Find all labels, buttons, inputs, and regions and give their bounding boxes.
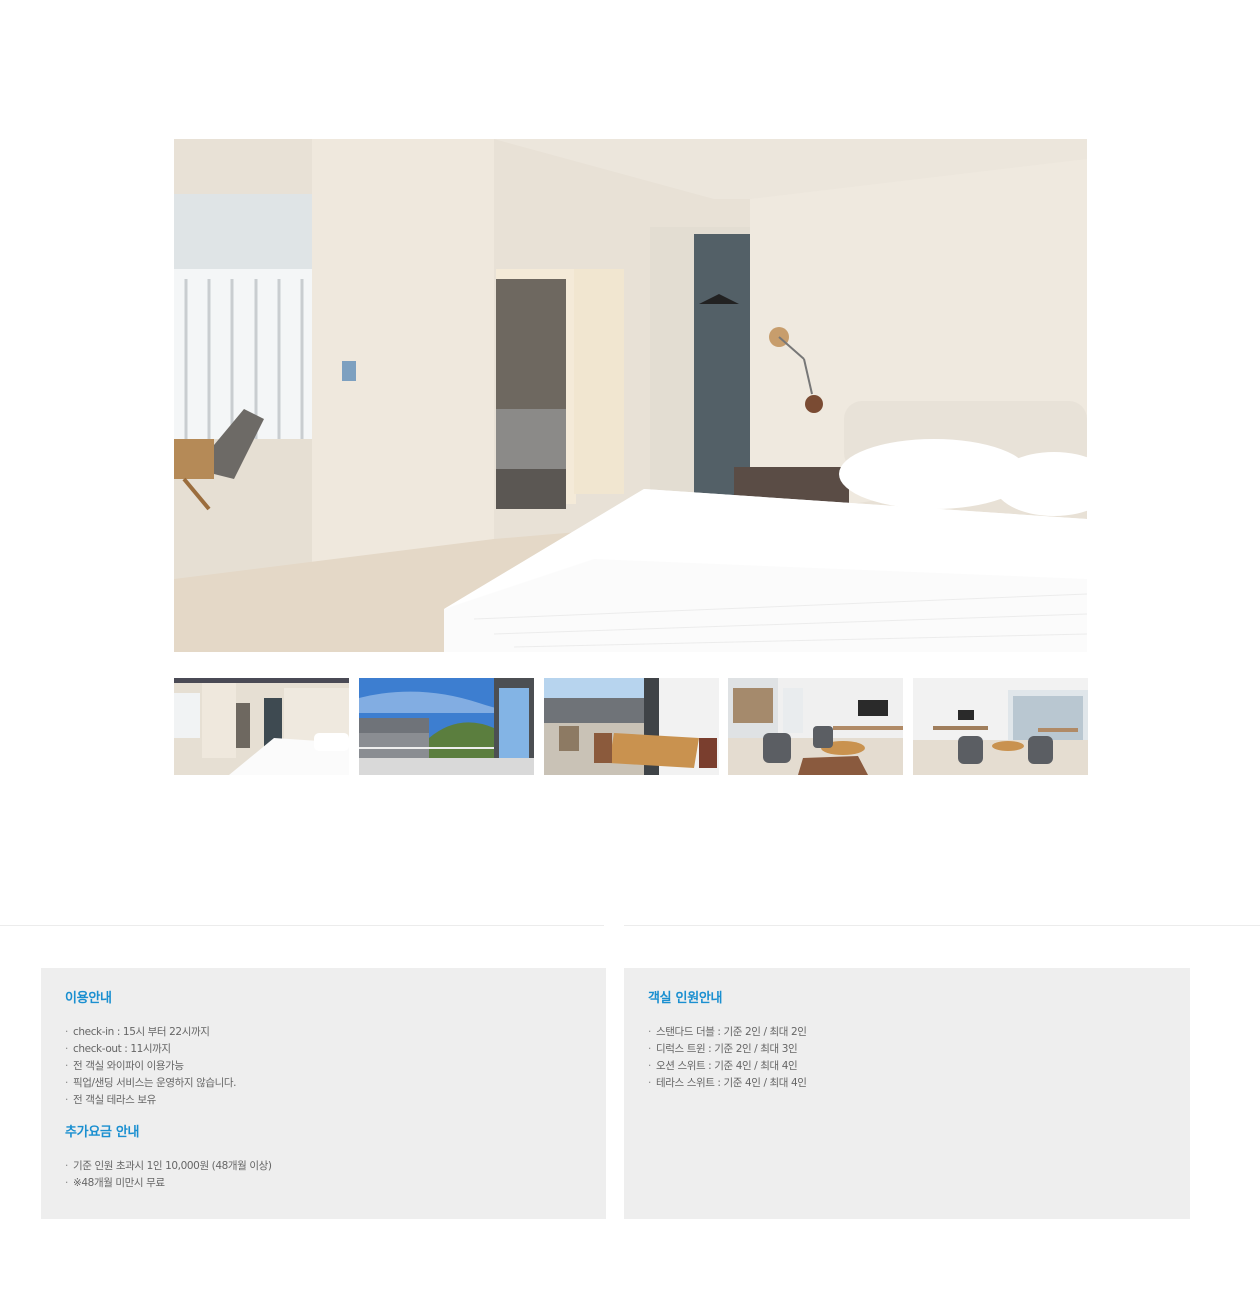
usage-info-title: 이용안내 — [65, 991, 112, 1006]
thumbnail-living-room[interactable] — [728, 678, 903, 775]
thumbnail-living-dining-room[interactable] — [913, 678, 1088, 775]
usage-info-item: 전 객실 와이파이 이용가능 — [65, 1058, 582, 1075]
room-capacity-item: 스탠다드 더블 : 기준 2인 / 최대 2인 — [648, 1024, 1166, 1041]
thumbnail-strip — [174, 678, 1088, 775]
room-capacity-list: 스탠다드 더블 : 기준 2인 / 최대 2인 디럭스 트윈 : 기준 2인 /… — [648, 1024, 1166, 1092]
room-capacity-title: 객실 인원안내 — [648, 991, 723, 1006]
room-capacity-item: 테라스 스위트 : 기준 4인 / 최대 4인 — [648, 1075, 1166, 1092]
thumbnail-terrace-view[interactable] — [359, 678, 534, 775]
usage-info-item: 전 객실 테라스 보유 — [65, 1092, 582, 1109]
thumbnail-terrace-dining[interactable] — [544, 678, 719, 775]
thumbnail-bedroom[interactable] — [174, 678, 349, 775]
extra-fee-title: 추가요금 안내 — [65, 1125, 140, 1140]
divider-right — [624, 925, 1260, 926]
room-capacity-item: 디럭스 트윈 : 기준 2인 / 최대 3인 — [648, 1041, 1166, 1058]
divider-left — [0, 925, 604, 926]
usage-info-list: check-in : 15시 부터 22시까지 check-out : 11시까… — [65, 1024, 582, 1109]
usage-info-item: check-out : 11시까지 — [65, 1041, 582, 1058]
usage-info-item: check-in : 15시 부터 22시까지 — [65, 1024, 582, 1041]
extra-fee-item: ※48개월 미만시 무료 — [65, 1175, 582, 1192]
room-capacity-item: 오션 스위트 : 기준 4인 / 최대 4인 — [648, 1058, 1166, 1075]
extra-fee-list: 기준 인원 초과시 1인 10,000원 (48개월 이상) ※48개월 미만시… — [65, 1158, 582, 1192]
usage-info-box: 이용안내 check-in : 15시 부터 22시까지 check-out :… — [41, 968, 606, 1219]
main-room-photo — [174, 139, 1087, 652]
usage-info-item: 픽업/샌딩 서비스는 운영하지 않습니다. — [65, 1075, 582, 1092]
extra-fee-item: 기준 인원 초과시 1인 10,000원 (48개월 이상) — [65, 1158, 582, 1175]
room-capacity-box: 객실 인원안내 스탠다드 더블 : 기준 2인 / 최대 2인 디럭스 트윈 :… — [624, 968, 1190, 1219]
